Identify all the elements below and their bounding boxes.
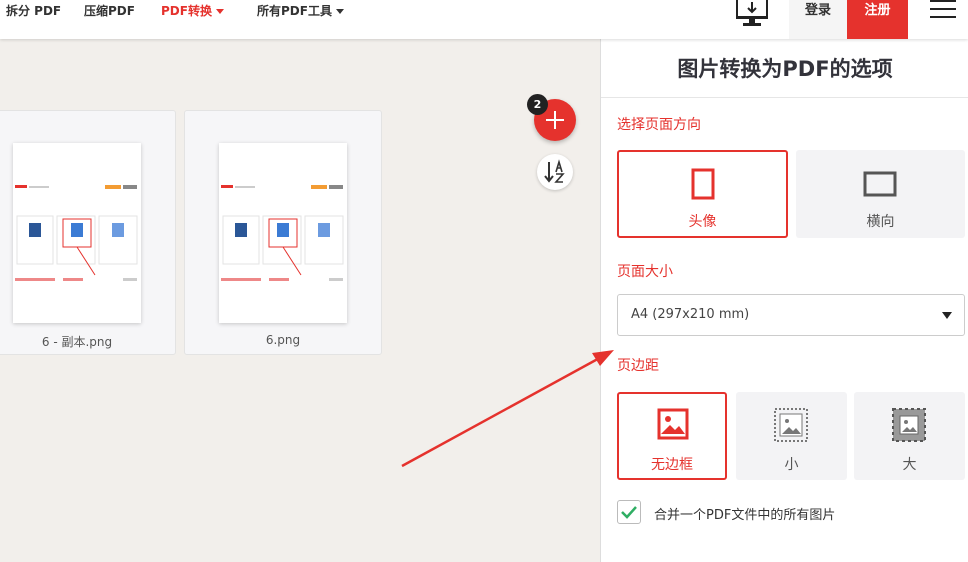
orientation-portrait-label: 头像: [688, 214, 717, 230]
page-size-label: 页面大小: [617, 264, 673, 280]
landscape-page-icon: [863, 171, 897, 197]
nav-convert-pdf-label: PDF转换: [161, 4, 212, 18]
image-small-margin-icon: [774, 408, 808, 442]
orientation-portrait-option[interactable]: 头像: [617, 150, 788, 238]
sort-az-icon[interactable]: [537, 154, 573, 190]
margin-large-option[interactable]: 大: [854, 392, 965, 480]
margin-label: 页边距: [617, 358, 659, 374]
file-name: 6.png: [265, 333, 301, 347]
portrait-page-icon: [691, 168, 715, 200]
page-size-select[interactable]: A4 (297x210 mm): [617, 294, 965, 336]
merge-checkbox-label[interactable]: 合并一个PDF文件中的所有图片: [654, 504, 835, 523]
margin-large-label: 大: [902, 457, 917, 473]
login-button[interactable]: 登录: [789, 0, 847, 39]
options-panel: 图片转换为PDF的选项 选择页面方向 头像 横向 页面大小 A4 (297x21…: [600, 39, 968, 562]
margin-small-option[interactable]: 小: [736, 392, 847, 480]
top-navbar: 拆分 PDF 压缩PDF PDF转换 所有PDF工具 登录 注册: [0, 0, 968, 39]
file-name: 6 - 副本.png: [41, 335, 113, 349]
margin-none-label: 无边框: [651, 457, 693, 473]
margin-none-option[interactable]: 无边框: [617, 392, 727, 480]
nav-all-tools-label: 所有PDF工具: [257, 4, 332, 18]
orientation-landscape-option[interactable]: 横向: [796, 150, 965, 238]
file-thumbnail: [219, 143, 347, 323]
nav-split-pdf[interactable]: 拆分 PDF: [6, 2, 61, 19]
file-thumbnail: [13, 143, 141, 323]
signup-button[interactable]: 注册: [847, 0, 908, 39]
chevron-down-icon: [942, 312, 952, 319]
chevron-down-icon: [215, 9, 224, 14]
file-card[interactable]: 6.png: [184, 110, 382, 355]
nav-convert-pdf[interactable]: PDF转换: [161, 2, 224, 19]
merge-checkbox[interactable]: [617, 500, 641, 524]
nav-all-tools[interactable]: 所有PDF工具: [257, 2, 344, 19]
checkmark-icon: [621, 506, 637, 519]
file-count-badge: 2: [527, 94, 548, 115]
orientation-landscape-label: 横向: [866, 214, 895, 230]
chevron-down-icon: [335, 9, 344, 14]
image-no-margin-icon: [657, 408, 689, 440]
orientation-label: 选择页面方向: [617, 117, 701, 133]
image-large-margin-icon: [892, 408, 926, 442]
file-card[interactable]: 6 - 副本.png: [0, 110, 176, 355]
nav-compress-pdf[interactable]: 压缩PDF: [84, 2, 135, 19]
margin-small-label: 小: [784, 457, 799, 473]
panel-title: 图片转换为PDF的选项: [601, 39, 968, 98]
desktop-download-icon[interactable]: [730, 0, 774, 28]
page-size-value: A4 (297x210 mm): [631, 307, 750, 322]
hamburger-menu-icon[interactable]: [930, 0, 956, 20]
